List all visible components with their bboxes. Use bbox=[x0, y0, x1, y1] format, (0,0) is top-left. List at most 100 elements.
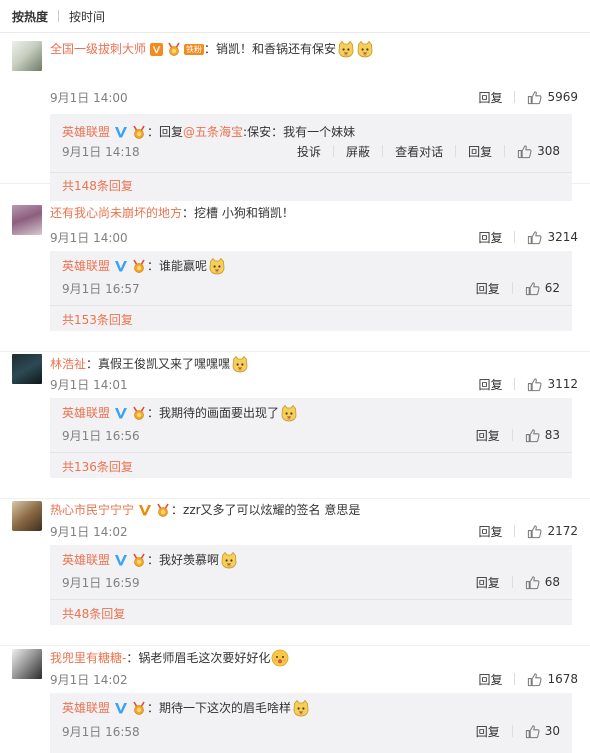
reply-username[interactable]: 英雄联盟 bbox=[62, 124, 110, 140]
comment-username[interactable]: 全国一级拔刺大师 bbox=[50, 41, 146, 57]
avatar[interactable] bbox=[12, 205, 42, 235]
sort-by-time-tab[interactable]: 按时间 bbox=[69, 8, 105, 25]
verified-blue-icon bbox=[114, 701, 128, 715]
comment-timestamp: 9月1日 14:01 bbox=[50, 377, 128, 392]
avatar[interactable] bbox=[12, 41, 42, 71]
reply-button[interactable]: 回复 bbox=[476, 723, 500, 740]
reply-username[interactable]: 英雄联盟 bbox=[62, 405, 110, 421]
comment-username[interactable]: 我兜里有糖糖- bbox=[50, 650, 126, 666]
thumbs-up-icon bbox=[525, 428, 540, 443]
more-replies-link[interactable]: 共136条回复 bbox=[62, 458, 133, 475]
comment-username[interactable]: 热心市民宁宁宁 bbox=[50, 502, 134, 518]
reply-button[interactable]: 回复 bbox=[478, 89, 502, 106]
like-button[interactable]: 308 bbox=[517, 144, 560, 159]
fan-medal-icon bbox=[131, 259, 147, 273]
cat-emoji-icon bbox=[208, 257, 226, 275]
like-button[interactable]: 1678 bbox=[527, 672, 578, 687]
comment-item: 我兜里有糖糖- ：锅老师眉毛这次要好好化 9月1日 14:02 回复 1678 … bbox=[0, 646, 590, 753]
like-button[interactable]: 3112 bbox=[527, 377, 578, 392]
like-count: 68 bbox=[544, 575, 560, 589]
reply-box: 英雄联盟 ：我期待的画面要出现了 9月1日 16:56 回复 83 共136条回… bbox=[50, 398, 572, 478]
verified-blue-icon bbox=[114, 553, 128, 567]
thumbs-up-icon bbox=[527, 672, 542, 687]
reply-button[interactable]: 回复 bbox=[478, 523, 502, 540]
like-count: 2172 bbox=[547, 524, 578, 538]
reply-box: 英雄联盟 ：谁能赢呢 9月1日 16:57 回复 62 共153条回复 bbox=[50, 251, 572, 331]
mention-link[interactable]: @五条海宝 bbox=[183, 124, 243, 140]
comment-text: ：锅老师眉毛这次要好好化 bbox=[126, 651, 271, 665]
thumbs-up-icon bbox=[527, 377, 542, 392]
comment-text: ：真假王俊凯又来了嘿嘿嘿 bbox=[86, 357, 231, 371]
reply-prefix: ：回复 bbox=[147, 125, 184, 139]
like-count: 3214 bbox=[547, 230, 578, 244]
verified-yellow-icon bbox=[138, 503, 152, 517]
comment-timestamp: 9月1日 14:00 bbox=[50, 230, 128, 245]
comment-text: ：销凯！和香锅还有保安 bbox=[204, 42, 337, 56]
fan-medal-icon bbox=[131, 125, 147, 139]
comment-username[interactable]: 林浩祉 bbox=[50, 356, 86, 372]
reply-timestamp: 9月1日 16:59 bbox=[62, 575, 140, 590]
reply-button[interactable]: 回复 bbox=[476, 280, 500, 297]
like-count: 5969 bbox=[547, 90, 578, 104]
cat-emoji-icon bbox=[337, 40, 355, 58]
sort-bar: 按热度 按时间 bbox=[0, 0, 590, 33]
reply-button[interactable]: 回复 bbox=[478, 229, 502, 246]
reply-timestamp: 9月1日 14:18 bbox=[62, 144, 140, 159]
reply-timestamp: 9月1日 16:58 bbox=[62, 724, 140, 739]
comment-username[interactable]: 还有我心尚未崩坏的地方 bbox=[50, 205, 182, 221]
like-button[interactable]: 2172 bbox=[527, 524, 578, 539]
block-button[interactable]: 屏蔽 bbox=[346, 143, 370, 160]
reply-box: 英雄联盟 ：回复 @五条海宝 :保安：我有一个妹妹 9月1日 14:18 投诉 … bbox=[50, 114, 572, 201]
like-button[interactable]: 30 bbox=[525, 724, 560, 739]
like-button[interactable]: 5969 bbox=[527, 90, 578, 105]
reply-timestamp: 9月1日 16:57 bbox=[62, 281, 140, 296]
thumbs-up-icon bbox=[525, 724, 540, 739]
fan-medal-icon bbox=[166, 42, 182, 56]
comment-item: 全国一级拔刺大师 铁粉 ：销凯！和香锅还有保安 9月1日 14:00 回复 59… bbox=[0, 33, 590, 201]
like-button[interactable]: 62 bbox=[525, 281, 560, 296]
comment-item: 林浩祉 ：真假王俊凯又来了嘿嘿嘿 9月1日 14:01 回复 3112 英雄联盟… bbox=[0, 352, 590, 499]
reply-username[interactable]: 英雄联盟 bbox=[62, 258, 110, 274]
fan-medal-icon bbox=[155, 503, 171, 517]
sort-by-hot-tab[interactable]: 按热度 bbox=[12, 8, 48, 25]
face-emoji-icon bbox=[271, 649, 289, 667]
like-count: 30 bbox=[544, 724, 560, 738]
reply-username[interactable]: 英雄联盟 bbox=[62, 700, 110, 716]
thumbs-up-icon bbox=[527, 524, 542, 539]
reply-text: ：期待一下这次的眉毛啥样 bbox=[147, 701, 292, 715]
reply-box: 英雄联盟 ：我好羡慕啊 9月1日 16:59 回复 68 共48条回复 bbox=[50, 545, 572, 625]
comment-text: ：zzr又多了可以炫耀的签名 意思是 bbox=[171, 503, 361, 517]
reply-button[interactable]: 回复 bbox=[476, 574, 500, 591]
comment-timestamp: 9月1日 14:02 bbox=[50, 672, 128, 687]
like-button[interactable]: 68 bbox=[525, 575, 560, 590]
avatar[interactable] bbox=[12, 649, 42, 679]
like-button[interactable]: 3214 bbox=[527, 230, 578, 245]
cat-emoji-icon bbox=[292, 699, 310, 717]
more-replies-link[interactable]: 共148条回复 bbox=[62, 177, 133, 194]
cat-emoji-icon bbox=[231, 355, 249, 373]
avatar[interactable] bbox=[12, 354, 42, 384]
view-conversation-button[interactable]: 查看对话 bbox=[395, 143, 443, 160]
reply-button[interactable]: 回复 bbox=[476, 427, 500, 444]
thumbs-up-icon bbox=[525, 281, 540, 296]
verified-blue-icon bbox=[114, 125, 128, 139]
reply-button[interactable]: 回复 bbox=[478, 376, 502, 393]
fan-tag-badge: 铁粉 bbox=[184, 43, 205, 55]
sort-divider bbox=[58, 10, 60, 22]
reply-username[interactable]: 英雄联盟 bbox=[62, 552, 110, 568]
like-count: 308 bbox=[537, 144, 560, 158]
like-count: 83 bbox=[544, 428, 560, 442]
like-button[interactable]: 83 bbox=[525, 428, 560, 443]
comment-item: 热心市民宁宁宁 ：zzr又多了可以炫耀的签名 意思是 9月1日 14:02 回复… bbox=[0, 499, 590, 646]
reply-button[interactable]: 回复 bbox=[468, 143, 492, 160]
reply-button[interactable]: 回复 bbox=[478, 671, 502, 688]
reply-text: ：我好羡慕啊 bbox=[147, 553, 220, 567]
more-replies-link[interactable]: 共48条回复 bbox=[62, 605, 125, 622]
like-count: 1678 bbox=[547, 672, 578, 686]
like-count: 3112 bbox=[547, 377, 578, 391]
report-button[interactable]: 投诉 bbox=[297, 143, 321, 160]
avatar[interactable] bbox=[12, 501, 42, 531]
more-replies-link[interactable]: 共153条回复 bbox=[62, 311, 133, 328]
thumbs-up-icon bbox=[525, 575, 540, 590]
comment-text: ：挖槽 小狗和销凯！ bbox=[182, 206, 294, 220]
